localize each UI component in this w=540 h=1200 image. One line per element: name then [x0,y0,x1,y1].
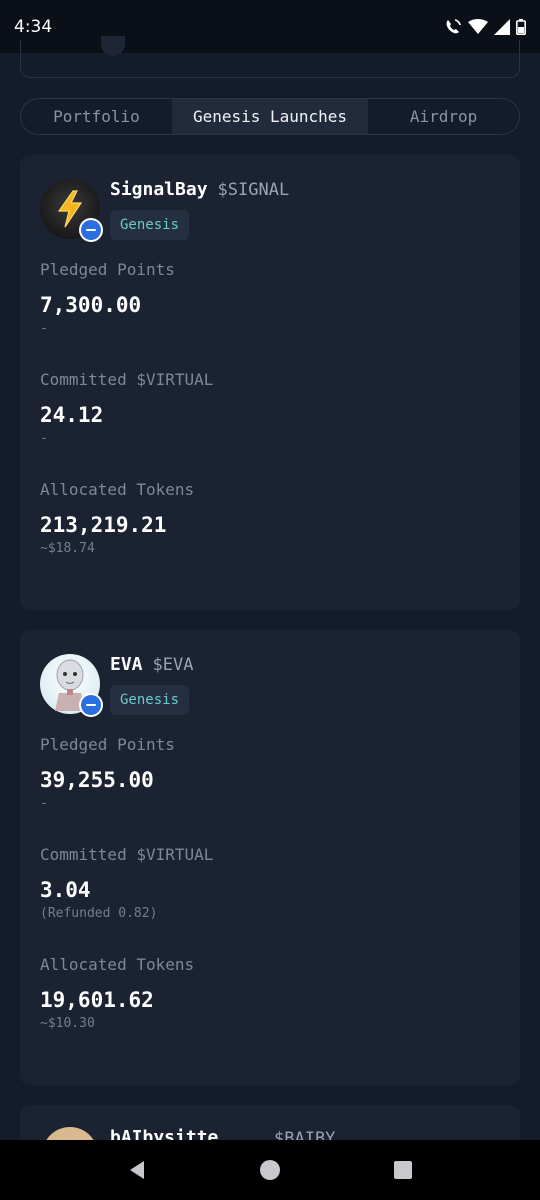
metric-committed-virtual: Committed $VIRTUAL 24.12 - [40,370,213,446]
wifi-icon [468,18,488,35]
wifi-calling-icon [444,18,462,36]
recents-square-icon [394,1161,413,1179]
metric-sub: ~$10.30 [40,1016,95,1031]
metric-committed-virtual: Committed $VIRTUAL 3.04 (Refunded 0.82) [40,845,213,921]
token-avatar [40,179,103,242]
metric-value: 19,601.62 [40,988,154,1012]
home-button[interactable] [250,1150,290,1190]
cellular-signal-icon [494,18,510,35]
token-avatar [40,654,103,717]
metric-label: Committed $VIRTUAL [40,845,214,864]
portfolio-tabs: Portfolio Genesis Launches Airdrop [20,98,520,135]
token-ticker: $EVA [152,655,194,675]
metric-sub: - [40,796,48,811]
battery-icon [516,18,526,35]
tab-genesis-launches[interactable]: Genesis Launches [171,99,369,134]
metric-value: 39,255.00 [40,768,154,792]
token-name: EVA [110,654,143,675]
metric-allocated-tokens: Allocated Tokens 213,219.21 ~$18.74 [40,480,194,556]
tab-portfolio[interactable]: Portfolio [21,99,172,134]
genesis-card-eva[interactable]: EVA $EVA Genesis Pledged Points 39,255.0… [20,630,520,1085]
metric-sub: - [40,431,48,446]
top-summary-card [20,36,520,78]
genesis-card-signalbay[interactable]: SignalBay $SIGNAL Genesis Pledged Points… [20,155,520,610]
metric-label: Allocated Tokens [40,480,195,499]
faint-avatar [101,36,125,56]
genesis-tag: Genesis [110,210,190,240]
system-nav-bar [0,1140,540,1200]
metric-label: Pledged Points [40,735,175,754]
metric-label: Pledged Points [40,260,175,279]
verified-badge-icon [79,693,103,717]
status-time: 4:34 [14,16,53,37]
genesis-tag: Genesis [110,685,190,715]
metric-value: 7,300.00 [40,293,142,317]
metric-label: Allocated Tokens [40,955,195,974]
metric-value: 3.04 [40,878,91,902]
token-ticker: $SIGNAL [217,180,290,200]
metric-allocated-tokens: Allocated Tokens 19,601.62 ~$10.30 [40,955,194,1031]
back-button[interactable] [117,1150,157,1190]
metric-sub: - [40,321,48,336]
recents-button[interactable] [383,1150,423,1190]
back-triangle-icon [129,1161,144,1179]
tab-airdrop[interactable]: Airdrop [368,99,519,134]
token-name: SignalBay [110,179,208,200]
verified-badge-icon [79,218,103,242]
metric-sub: ~$18.74 [40,541,95,556]
metric-label: Committed $VIRTUAL [40,370,214,389]
metric-pledged-points: Pledged Points 7,300.00 - [40,260,175,336]
metric-pledged-points: Pledged Points 39,255.00 - [40,735,175,811]
home-circle-icon [259,1160,280,1180]
metric-value: 24.12 [40,403,104,427]
metric-sub: (Refunded 0.82) [40,906,158,921]
metric-value: 213,219.21 [40,513,167,537]
status-icons [444,18,526,36]
